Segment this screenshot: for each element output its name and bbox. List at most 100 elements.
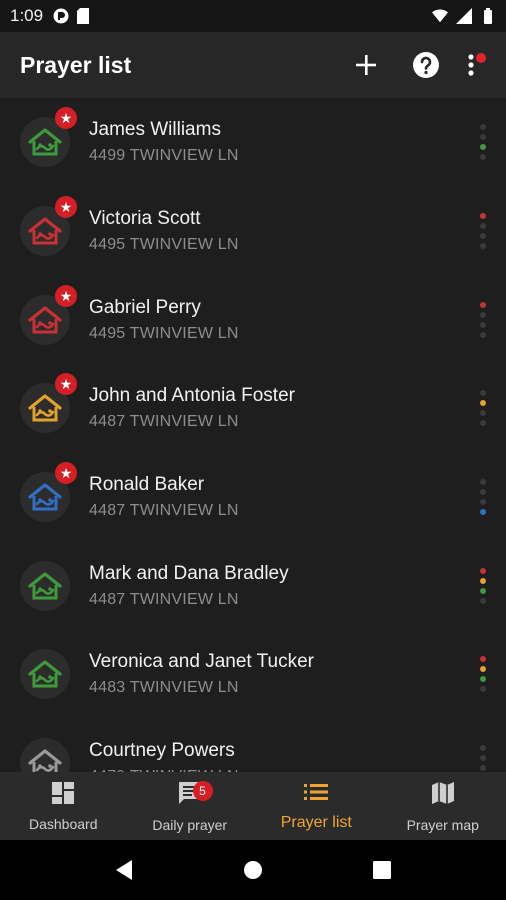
contact-name: Gabriel Perry bbox=[89, 296, 201, 318]
status-dots bbox=[480, 479, 486, 516]
page-title: Prayer list bbox=[20, 51, 132, 78]
app-bar: Prayer list bbox=[0, 32, 506, 98]
status-dot bbox=[480, 597, 486, 604]
home-button[interactable] bbox=[233, 850, 273, 890]
help-button[interactable] bbox=[396, 40, 456, 90]
list-item[interactable]: Veronica and Janet Tucker 4483 TWINVIEW L… bbox=[0, 630, 506, 719]
nav-item-dashboard[interactable]: Dashboard bbox=[0, 772, 127, 840]
contact-name: Victoria Scott bbox=[89, 208, 201, 230]
list-item[interactable]: Mark and Dana Bradley 4487 TWINVIEW LN bbox=[0, 541, 506, 630]
status-dot bbox=[480, 233, 486, 240]
status-dot bbox=[480, 676, 486, 683]
status-time: 1:09 bbox=[10, 6, 44, 25]
house-icon bbox=[28, 483, 62, 511]
star-icon: ★ bbox=[55, 462, 77, 485]
help-icon bbox=[413, 52, 439, 78]
add-button[interactable] bbox=[336, 40, 396, 90]
back-button[interactable] bbox=[104, 850, 144, 890]
status-dot bbox=[480, 420, 486, 427]
contact-name: John and Antonia Foster bbox=[89, 385, 295, 407]
recents-icon bbox=[372, 861, 391, 879]
house-avatar: ★ bbox=[20, 462, 77, 523]
status-dots bbox=[480, 567, 486, 604]
house-icon bbox=[28, 572, 62, 600]
status-dot bbox=[480, 134, 486, 141]
list-icon bbox=[303, 781, 329, 808]
house-icon bbox=[28, 217, 62, 245]
signal-icon bbox=[456, 8, 472, 24]
overflow-menu-button[interactable] bbox=[456, 40, 486, 90]
nav-label: Dashboard bbox=[29, 815, 98, 832]
status-dots bbox=[480, 213, 486, 250]
status-dot bbox=[480, 144, 486, 151]
star-icon: ★ bbox=[55, 284, 77, 307]
status-dots bbox=[480, 124, 486, 161]
notification-dot bbox=[476, 53, 486, 63]
house-avatar: ★ bbox=[20, 373, 77, 434]
status-dot bbox=[480, 666, 486, 673]
wifi-icon bbox=[432, 8, 448, 24]
system-navigation-bar bbox=[0, 840, 506, 900]
house-icon bbox=[28, 749, 62, 772]
status-dot bbox=[480, 489, 486, 496]
status-dot bbox=[480, 400, 486, 407]
list-item[interactable]: ★ Victoria Scott 4495 TWINVIEW LN bbox=[0, 187, 506, 276]
dashboard-icon bbox=[51, 781, 75, 810]
add-icon bbox=[356, 55, 376, 75]
overflow-menu-icon bbox=[468, 54, 474, 76]
list-item[interactable]: Courtney Powers4479 TWINVIEW LN bbox=[0, 719, 506, 772]
status-dot bbox=[480, 410, 486, 417]
house-icon bbox=[28, 394, 62, 422]
bottom-navigation: Dashboard Daily prayer 5 Prayer list Prayer … bbox=[0, 772, 506, 840]
house-avatar bbox=[20, 738, 70, 772]
status-dot bbox=[480, 499, 486, 506]
recents-button[interactable] bbox=[362, 850, 402, 890]
status-dot bbox=[480, 755, 486, 762]
star-icon: ★ bbox=[55, 107, 77, 130]
status-dot bbox=[480, 567, 486, 574]
status-dot bbox=[480, 509, 486, 516]
nav-item-prayer-list[interactable]: Prayer list bbox=[253, 772, 380, 840]
nav-label: Prayer map bbox=[406, 816, 479, 833]
house-avatar: ★ bbox=[20, 284, 77, 345]
status-dot bbox=[480, 331, 486, 338]
star-icon: ★ bbox=[55, 196, 77, 219]
contact-name: Mark and Dana Bradley bbox=[89, 562, 289, 584]
house-icon bbox=[28, 128, 62, 156]
house-icon bbox=[28, 306, 62, 334]
status-dot bbox=[480, 765, 486, 772]
status-dot bbox=[480, 390, 486, 397]
prayer-list[interactable]: ★ James Williams 4499 TWINVIEW LN ★ Victoria… bbox=[0, 98, 506, 772]
house-avatar bbox=[20, 560, 70, 611]
status-dots bbox=[480, 656, 486, 693]
list-item[interactable]: ★ Gabriel Perry 4495 TWINVIEW LN bbox=[0, 275, 506, 364]
nav-item-daily-prayer[interactable]: Daily prayer 5 bbox=[127, 772, 254, 840]
contact-address: 4487 TWINVIEW LN bbox=[89, 502, 239, 520]
house-icon bbox=[28, 660, 62, 688]
nav-item-prayer-map[interactable]: Prayer map bbox=[380, 772, 506, 840]
contact-address: 4487 TWINVIEW LN bbox=[89, 590, 239, 608]
contact-address: 4487 TWINVIEW LN bbox=[89, 413, 239, 431]
home-icon bbox=[243, 861, 262, 879]
battery-icon bbox=[480, 8, 496, 24]
contact-name: Courtney Powers bbox=[89, 740, 235, 762]
star-icon: ★ bbox=[55, 373, 77, 396]
house-avatar: ★ bbox=[20, 196, 77, 257]
sd-card-icon bbox=[75, 8, 91, 24]
list-item[interactable]: ★ James Williams 4499 TWINVIEW LN bbox=[0, 98, 506, 187]
contact-address: 4499 TWINVIEW LN bbox=[89, 147, 239, 165]
nav-label: Daily prayer bbox=[152, 816, 228, 833]
back-icon bbox=[116, 860, 133, 880]
status-bar: 1:09 bbox=[0, 0, 506, 32]
status-dot bbox=[480, 321, 486, 328]
list-item[interactable]: ★ John and Antonia Foster 4487 TWINVIEW LN bbox=[0, 364, 506, 453]
status-dots bbox=[480, 301, 486, 338]
contact-name: James Williams bbox=[89, 119, 221, 141]
status-dot bbox=[480, 656, 486, 663]
status-dot bbox=[480, 587, 486, 594]
list-item[interactable]: ★ Ronald Baker 4487 TWINVIEW LN bbox=[0, 453, 506, 542]
house-avatar bbox=[20, 649, 70, 700]
contact-address: 4495 TWINVIEW LN bbox=[89, 324, 239, 342]
pocket-casts-icon bbox=[53, 8, 69, 24]
status-dot bbox=[480, 301, 486, 308]
